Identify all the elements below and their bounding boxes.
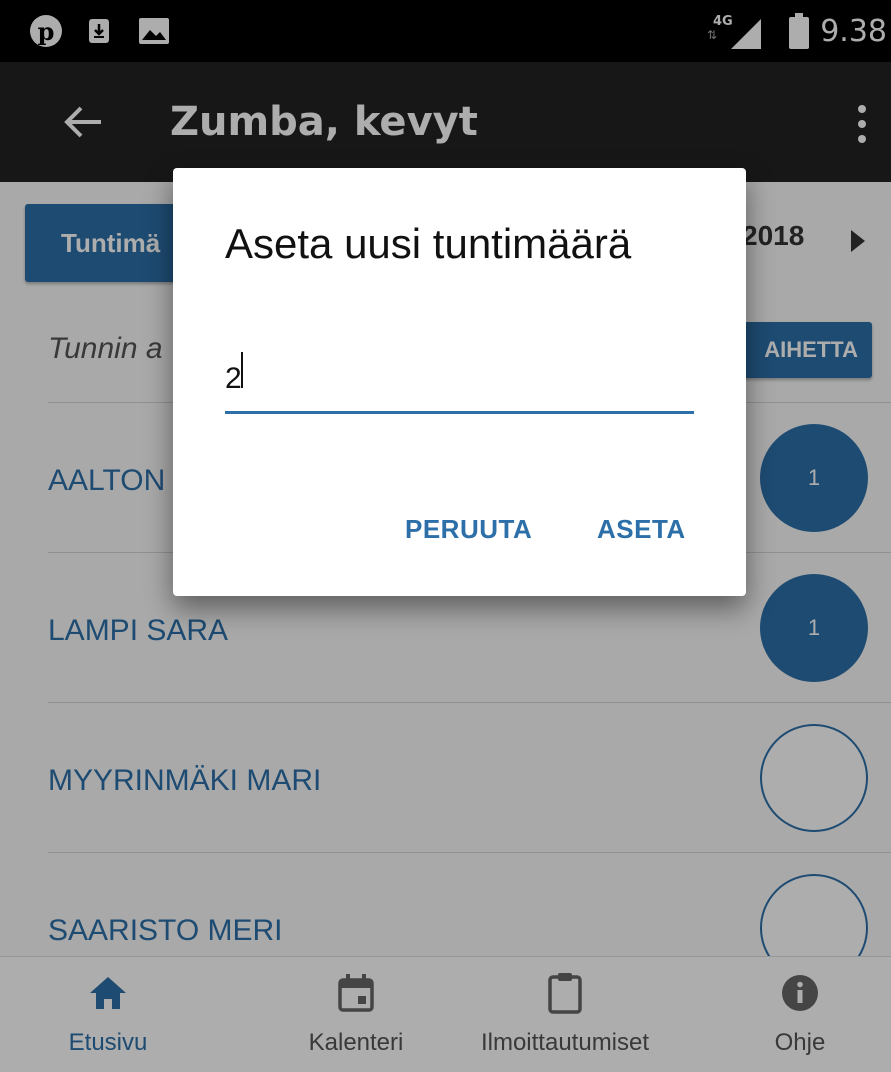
text-cursor xyxy=(241,352,243,388)
cancel-button[interactable]: PERUUTA xyxy=(405,514,532,545)
set-button[interactable]: ASETA xyxy=(597,514,686,545)
hours-input[interactable] xyxy=(225,346,694,414)
dialog-title: Aseta uusi tuntimäärä xyxy=(225,220,632,267)
set-hours-dialog: Aseta uusi tuntimäärä PERUUTA ASETA xyxy=(173,168,746,596)
